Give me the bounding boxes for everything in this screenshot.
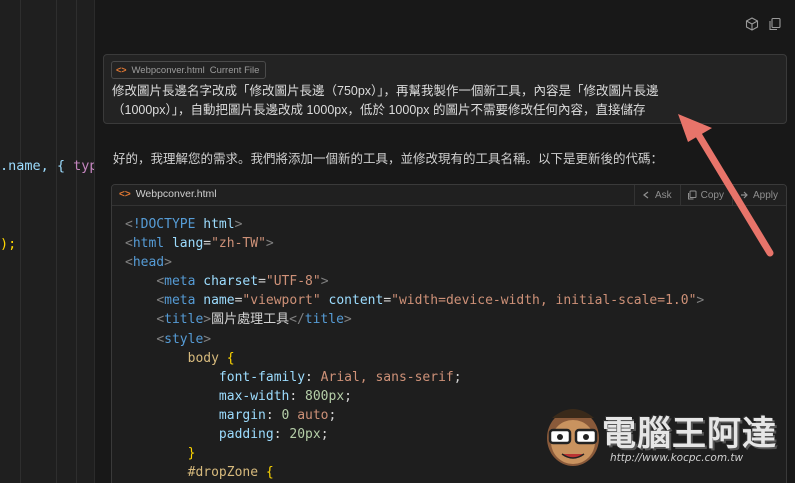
mascot-logo [547,409,599,466]
cursor-chat-window: .name, { typ ); <> Webpconver.html Curre… [0,0,795,483]
watermark-url: http://www.kocpc.com.tw [610,452,744,464]
watermark: 電腦王阿達 http://www.kocpc.com.tw [540,398,790,478]
watermark-title: 電腦王阿達 [602,414,777,454]
